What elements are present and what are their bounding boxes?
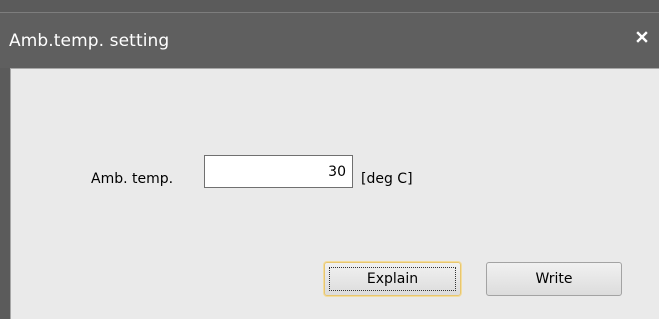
amb-temp-label: Amb. temp. xyxy=(91,171,174,187)
dialog-window: Amb.temp. setting Amb. temp. [deg C] Exp… xyxy=(0,0,659,319)
close-icon xyxy=(636,31,648,43)
dialog-body: Amb. temp. [deg C] Explain Write xyxy=(10,68,659,319)
close-button[interactable] xyxy=(631,26,653,48)
explain-button[interactable]: Explain xyxy=(324,262,461,296)
explain-button-label: Explain xyxy=(366,271,419,287)
window-title: Amb.temp. setting xyxy=(9,31,170,51)
write-button-label: Write xyxy=(535,271,573,287)
write-button[interactable]: Write xyxy=(486,262,622,296)
amb-temp-input[interactable] xyxy=(204,155,353,188)
title-bar[interactable]: Amb.temp. setting xyxy=(0,12,659,68)
unit-label: [deg C] xyxy=(361,171,413,187)
